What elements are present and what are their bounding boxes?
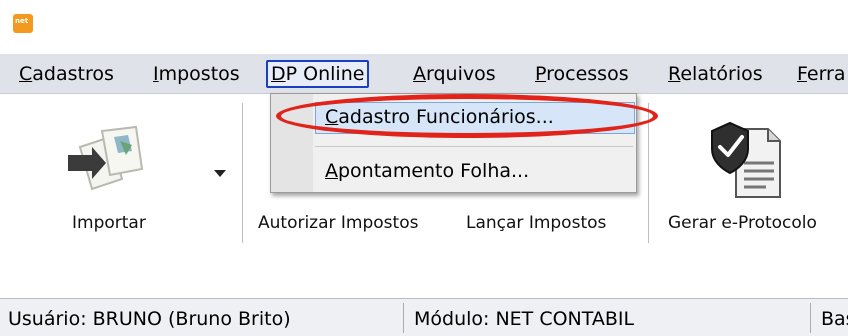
- lancar-impostos-button[interactable]: Lançar Impostos: [460, 195, 630, 245]
- importar-dropdown-arrow-icon[interactable]: [214, 170, 226, 177]
- importar-label: Importar: [72, 213, 146, 233]
- import-folders-icon: [68, 125, 144, 191]
- status-module: Módulo: NET CONTABIL: [414, 308, 635, 330]
- status-user: Usuário: BRUNO (Bruno Brito): [8, 308, 291, 330]
- menu-bar: Cadastros Impostos DP Online Arquivos Pr…: [0, 54, 848, 94]
- title-bar: net: [0, 0, 848, 44]
- autorizar-impostos-label: Autorizar Impostos: [258, 213, 419, 233]
- status-base: Bas: [821, 308, 848, 330]
- status-bar: Usuário: BRUNO (Bruno Brito) Módulo: NET…: [0, 298, 848, 336]
- menu-processos[interactable]: Processos: [532, 60, 632, 88]
- menu-relatorios[interactable]: Relatórios: [665, 60, 766, 88]
- status-separator: [810, 303, 811, 333]
- menu-ferramentas[interactable]: Ferra: [794, 60, 848, 88]
- secure-document-icon: [711, 121, 781, 198]
- ribbon-separator: [648, 103, 649, 243]
- menu-separator: [315, 146, 633, 147]
- menu-cadastros[interactable]: Cadastros: [16, 60, 117, 88]
- autorizar-impostos-button[interactable]: Autorizar Impostos: [254, 195, 439, 245]
- app-logo-text: net: [15, 17, 29, 25]
- importar-button[interactable]: Importar: [40, 95, 200, 245]
- menu-impostos[interactable]: Impostos: [150, 60, 243, 88]
- gerar-e-protocolo-label: Gerar e-Protocolo: [668, 213, 817, 233]
- ribbon-separator: [242, 103, 243, 243]
- status-separator: [403, 303, 404, 333]
- menu-item-apontamento-folha[interactable]: Apontamento Folha...: [315, 156, 635, 188]
- lancar-impostos-label: Lançar Impostos: [466, 213, 607, 233]
- app-logo-icon: net: [13, 14, 33, 33]
- annotation-highlight-ellipse: [276, 94, 658, 138]
- menu-dp-online[interactable]: DP Online: [266, 60, 370, 88]
- menu-arquivos[interactable]: Arquivos: [410, 60, 499, 88]
- gerar-e-protocolo-button[interactable]: Gerar e-Protocolo: [658, 95, 843, 245]
